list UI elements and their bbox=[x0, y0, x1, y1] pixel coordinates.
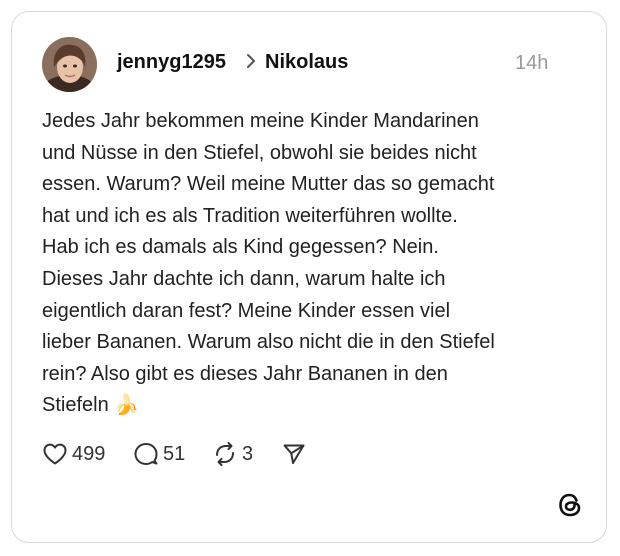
post-body-text: Jedes Jahr bekommen meine Kinder Mandari… bbox=[42, 110, 495, 417]
avatar-photo bbox=[42, 37, 97, 92]
speech-bubble-icon bbox=[134, 443, 158, 465]
chevron-right-icon bbox=[247, 54, 255, 68]
topic-link[interactable]: Nikolaus bbox=[265, 51, 348, 74]
like-button[interactable]: 499 bbox=[42, 441, 105, 467]
heart-icon bbox=[43, 443, 67, 465]
post-timestamp: 14h bbox=[515, 52, 549, 74]
reply-count: 51 bbox=[163, 442, 186, 465]
avatar[interactable] bbox=[42, 37, 97, 92]
threads-logo-icon bbox=[559, 493, 581, 517]
repost-count: 3 bbox=[242, 442, 254, 465]
like-count: 499 bbox=[72, 442, 106, 465]
reply-button[interactable]: 51 bbox=[133, 441, 185, 467]
repost-button[interactable]: 3 bbox=[212, 441, 253, 467]
paper-plane-icon bbox=[283, 444, 305, 464]
share-button[interactable] bbox=[282, 441, 306, 467]
username-link[interactable]: jennyg1295 bbox=[117, 51, 226, 74]
repost-icon bbox=[216, 442, 234, 466]
